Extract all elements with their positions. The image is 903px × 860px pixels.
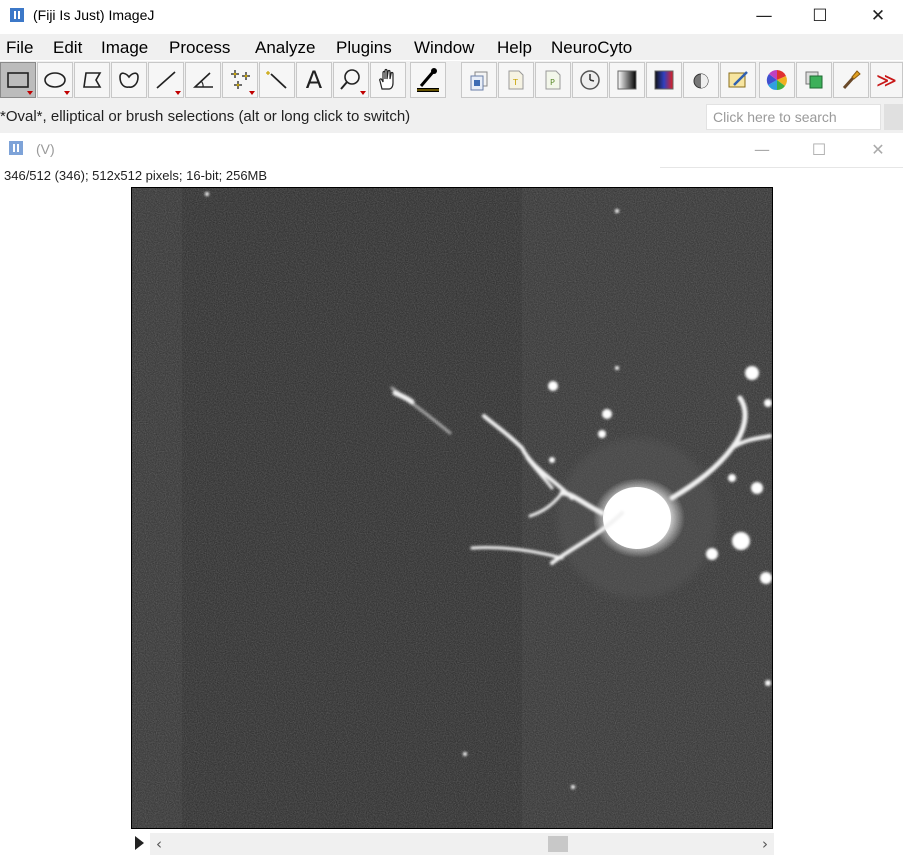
hand-icon (379, 68, 394, 90)
wand-tool[interactable] (259, 62, 295, 98)
fluorescence-neuron-image (132, 188, 772, 828)
polygon-icon (83, 72, 102, 88)
image-close-button[interactable]: ✕ (849, 134, 903, 164)
scroll-right-arrow[interactable]: › (756, 834, 774, 854)
image-info: 346/512 (346); 512x512 pixels; 16-bit; 2… (4, 168, 268, 183)
more-tools-button[interactable]: ≫ (870, 62, 903, 98)
contrast-button[interactable] (683, 62, 719, 98)
image-minimize-button[interactable]: — (733, 134, 791, 164)
image-window-title: (V) (36, 141, 55, 157)
status-bar: *Oval*, elliptical or brush selections (… (0, 101, 903, 133)
scroll-left-arrow[interactable]: ‹ (150, 834, 168, 854)
freehand-tool[interactable] (111, 62, 147, 98)
gradient-icon (617, 70, 637, 90)
image-maximize-button[interactable]: ☐ (790, 134, 848, 164)
stack-tool-button[interactable] (461, 62, 497, 98)
stack-icon (470, 71, 488, 91)
layers-icon (805, 71, 823, 89)
menu-process[interactable]: Process (169, 38, 230, 58)
contrast-icon (693, 73, 709, 89)
lut-icon (654, 70, 674, 90)
menu-neurocyto[interactable]: NeuroCyto (551, 38, 632, 58)
minimize-button[interactable]: — (735, 0, 793, 32)
brush-icon (842, 70, 861, 90)
window-title: (Fiji Is Just) ImageJ (33, 7, 155, 23)
polygon-tool[interactable] (74, 62, 110, 98)
angle-icon (192, 72, 213, 88)
hand-tool[interactable] (370, 62, 406, 98)
menu-help[interactable]: Help (497, 38, 532, 58)
clock-icon (580, 70, 600, 90)
svg-text:T: T (512, 78, 518, 87)
magnifier-icon (340, 69, 360, 90)
play-icon[interactable] (135, 836, 144, 850)
dropper-icon (417, 68, 439, 92)
menu-plugins[interactable]: Plugins (336, 38, 392, 58)
line-tool[interactable] (148, 62, 184, 98)
main-title-bar: (Fiji Is Just) ImageJ — ☐ ✕ (0, 0, 903, 32)
tool-menu-indicator (64, 91, 70, 95)
oval-icon (44, 72, 66, 88)
toolbar: A T P ≫ (0, 61, 903, 101)
brush-button[interactable] (833, 62, 869, 98)
point-tool[interactable] (222, 62, 258, 98)
maximize-button[interactable]: ☐ (791, 0, 849, 32)
imagej-app-icon (10, 8, 24, 22)
tool-menu-indicator (249, 91, 255, 95)
line-icon (156, 71, 176, 89)
menu-file[interactable]: File (6, 38, 33, 58)
plugin-file-icon: P (545, 70, 561, 90)
lut-button[interactable] (646, 62, 682, 98)
close-button[interactable]: ✕ (849, 0, 903, 32)
edit-image-button[interactable] (720, 62, 756, 98)
magnifier-tool[interactable] (333, 62, 369, 98)
menu-edit[interactable]: Edit (53, 38, 82, 58)
search-input[interactable]: Click here to search (706, 104, 881, 130)
text-file-button[interactable]: T (498, 62, 534, 98)
image-canvas[interactable] (131, 187, 773, 829)
rectangle-icon (7, 72, 29, 88)
timer-button[interactable] (572, 62, 608, 98)
color-wheel-icon (766, 70, 787, 91)
freehand-icon (119, 72, 139, 88)
svg-text:P: P (550, 78, 555, 87)
menu-image[interactable]: Image (101, 38, 148, 58)
edit-image-icon (728, 71, 748, 88)
horizontal-scrollbar[interactable]: ‹ › (150, 833, 774, 855)
image-window-icon (9, 141, 23, 155)
menu-analyze[interactable]: Analyze (255, 38, 315, 58)
text-file-icon: T (508, 70, 524, 90)
oval-tool[interactable] (37, 62, 73, 98)
tool-menu-indicator (360, 91, 366, 95)
text-tool[interactable]: A (296, 62, 332, 98)
gradient-button[interactable] (609, 62, 645, 98)
search-button[interactable] (884, 104, 903, 130)
color-picker-tool[interactable] (410, 62, 446, 98)
layers-button[interactable] (796, 62, 832, 98)
menu-window[interactable]: Window (414, 38, 474, 58)
double-chevron-right-icon: ≫ (876, 68, 897, 92)
magic-wand-icon (266, 71, 287, 89)
text-tool-glyph: A (305, 66, 323, 94)
status-message: *Oval*, elliptical or brush selections (… (0, 108, 411, 125)
angle-tool[interactable] (185, 62, 221, 98)
color-wheel-button[interactable] (759, 62, 795, 98)
scroll-thumb[interactable] (548, 836, 568, 852)
multipoint-icon (231, 70, 250, 89)
tool-menu-indicator (27, 91, 33, 95)
tool-menu-indicator (175, 91, 181, 95)
plugin-file-button[interactable]: P (535, 62, 571, 98)
menu-bar: File Edit Image Process Analyze Plugins … (0, 34, 903, 60)
rectangle-tool[interactable] (0, 62, 36, 98)
image-window-divider (660, 167, 903, 168)
